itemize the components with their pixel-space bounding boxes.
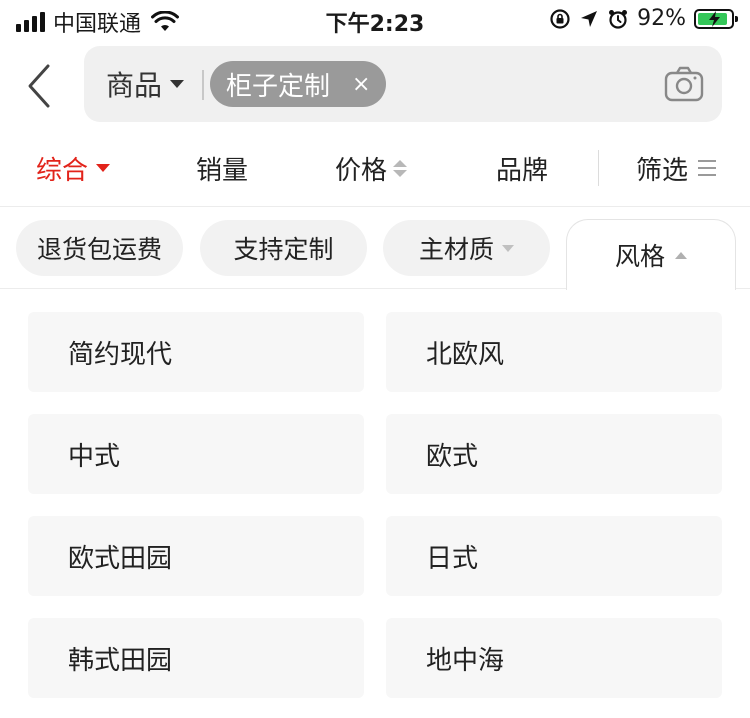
filter-chip-style[interactable]: 风格 <box>566 219 736 290</box>
search-scope-label: 商品 <box>106 69 163 102</box>
sort-brand-label: 品牌 <box>496 155 549 186</box>
rotation-lock-icon <box>550 8 570 29</box>
style-option-label: 地中海 <box>426 645 505 676</box>
close-icon[interactable]: × <box>352 72 370 97</box>
filter-label: 筛选 <box>636 155 689 186</box>
filter-chip-free-return-shipping[interactable]: 退货包运费 <box>16 220 183 276</box>
status-bar: 中国联通 下午2:23 92% <box>0 0 750 40</box>
filter-chip-label: 退货包运费 <box>36 235 162 264</box>
query-chip[interactable]: 柜子定制 × <box>210 61 387 107</box>
camera-search-button[interactable] <box>664 64 704 104</box>
sort-bar: 综合 销量 价格 品牌 筛选 <box>0 130 750 207</box>
menu-lines-icon <box>698 160 717 176</box>
style-option-label: 欧式田园 <box>68 543 173 574</box>
sort-comprehensive[interactable]: 综合 <box>36 130 111 206</box>
chevron-left-icon <box>28 64 50 108</box>
quick-filter-row: 退货包运费 支持定制 主材质 风格 <box>0 207 750 290</box>
battery-percent: 92% <box>637 6 686 31</box>
sort-updown-icon <box>393 159 408 177</box>
caret-down-icon <box>502 244 514 252</box>
query-chip-label: 柜子定制 <box>226 71 331 102</box>
back-button[interactable] <box>22 62 58 110</box>
style-option-label: 北欧风 <box>426 339 505 370</box>
search-bar[interactable]: 商品 柜子定制 × <box>84 46 722 122</box>
style-option[interactable]: 欧式田园 <box>28 516 364 596</box>
location-arrow-icon <box>581 10 598 27</box>
filter-chip-main-material[interactable]: 主材质 <box>383 220 550 276</box>
style-option[interactable]: 地中海 <box>386 618 722 698</box>
caret-up-icon <box>675 251 687 259</box>
caret-down-icon <box>170 80 185 88</box>
filter-chip-label: 风格 <box>614 242 665 271</box>
sort-price-label: 价格 <box>335 155 388 186</box>
sort-comprehensive-label: 综合 <box>36 155 89 186</box>
search-divider <box>202 70 204 100</box>
charging-bolt-icon <box>709 10 720 27</box>
filter-chip-label: 主材质 <box>418 235 494 264</box>
style-option[interactable]: 中式 <box>28 414 364 494</box>
style-option-label: 日式 <box>426 543 479 574</box>
sort-divider <box>598 150 599 186</box>
status-right: 92% <box>549 6 738 31</box>
sort-price[interactable]: 价格 <box>335 130 408 206</box>
battery-icon <box>694 8 738 29</box>
style-option[interactable]: 韩式田园 <box>28 618 364 698</box>
sort-brand[interactable]: 品牌 <box>496 130 548 206</box>
filter-chip-label: 支持定制 <box>233 235 334 264</box>
sort-sales[interactable]: 销量 <box>196 130 248 206</box>
filter-chip-customizable[interactable]: 支持定制 <box>200 220 367 276</box>
alarm-icon <box>609 9 628 29</box>
style-option-label: 简约现代 <box>68 339 173 370</box>
style-option[interactable]: 欧式 <box>386 414 722 494</box>
caret-down-icon <box>96 164 111 172</box>
style-option[interactable]: 日式 <box>386 516 722 596</box>
sort-sales-label: 销量 <box>196 155 249 186</box>
style-option-label: 中式 <box>68 441 121 472</box>
search-scope-dropdown[interactable]: 商品 <box>106 46 185 122</box>
camera-icon <box>664 66 704 102</box>
style-option[interactable]: 简约现代 <box>28 312 364 392</box>
style-option-label: 欧式 <box>426 441 479 472</box>
style-option-label: 韩式田园 <box>68 645 173 676</box>
style-option[interactable]: 北欧风 <box>386 312 722 392</box>
filter-button[interactable]: 筛选 <box>636 130 717 206</box>
